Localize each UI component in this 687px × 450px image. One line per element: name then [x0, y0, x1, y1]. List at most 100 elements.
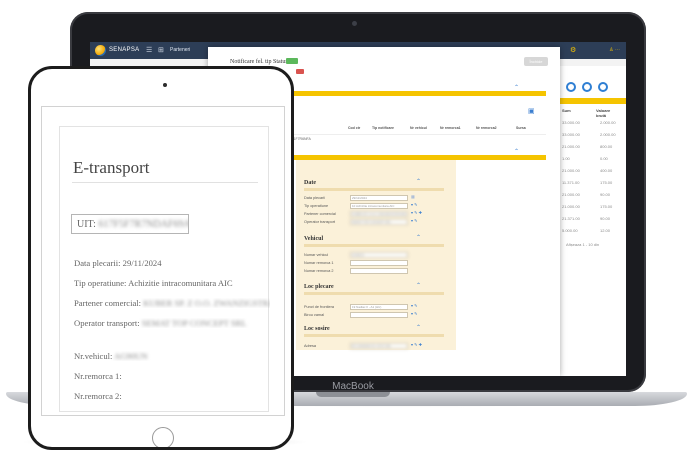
line-label: Operator transport: — [74, 318, 142, 328]
select-adresa[interactable]: RO 22000000 SC XXXX SRL — [350, 343, 408, 349]
laptop-notch — [316, 392, 390, 397]
label-tip-operatiune: Tip operatiune — [304, 204, 329, 208]
section-loc-plecare-title: Loc plecare — [304, 284, 334, 290]
menu-icon[interactable]: ☰ — [146, 46, 152, 54]
line-partener-comercial: Partener comercial: KUBER SP. Z O.O. ZWA… — [74, 298, 270, 308]
select-operator-transport[interactable]: SEMAT TOP CONCEPT SRL — [350, 219, 408, 225]
line-label: Tip operatiune: — [74, 278, 129, 288]
tablet-device: E-transport UIT: 617F5F7R7NDAF69A Data p… — [28, 66, 294, 450]
side-row: 11.371.00 175.00 — [560, 180, 620, 187]
home-button[interactable] — [152, 427, 174, 447]
laptop-camera — [352, 21, 357, 26]
sync-icon[interactable] — [582, 82, 592, 92]
line-value: AG90UN — [114, 351, 148, 361]
side-cell: 21.000.00 — [562, 204, 580, 209]
side-header-row: Sum Valoare brută — [560, 108, 620, 118]
label-birou-vamal: Birou vamal — [304, 313, 325, 317]
chevron-up-icon[interactable]: ⌃ — [416, 324, 421, 331]
chevron-up-icon[interactable]: ⌃ — [514, 84, 519, 91]
export-icon[interactable] — [598, 82, 608, 92]
chevron-up-icon[interactable]: ⌃ — [416, 178, 421, 185]
action-icons[interactable]: ▾ ✎ — [411, 311, 417, 316]
side-cell: 21.000.00 — [562, 144, 580, 149]
grid-icon[interactable]: ⊞ — [158, 46, 164, 54]
side-cell: 0.00 — [600, 156, 608, 161]
side-cell: 12.00 — [600, 228, 611, 233]
side-cell: 90.00 — [600, 216, 611, 221]
column-header: Nr remorca2 — [476, 126, 497, 130]
label-operator-transport: Operator transport — [304, 220, 336, 224]
side-cell: 90.00 — [600, 192, 611, 197]
section-vehicul-title: Vehicul — [304, 236, 324, 242]
input-numar-vehicul[interactable]: AG90UN — [350, 252, 408, 258]
chevron-up-icon[interactable]: ⌃ — [416, 282, 421, 289]
select-punct-frontiera[interactable]: 19 Nadlac II - A1 (HU) — [350, 304, 408, 310]
select-birou-vamal[interactable] — [350, 312, 408, 318]
action-icons[interactable]: ▾ ✎ — [411, 218, 417, 223]
label-numar-remorca-1: Numar remorca 1 — [304, 261, 334, 265]
line-label: Nr.vehicul: — [74, 351, 115, 361]
side-cell: 1.00 — [562, 156, 570, 161]
chevron-up-icon[interactable]: ⌃ — [416, 234, 421, 241]
user-icon[interactable]: ♙ ⋯ — [609, 47, 620, 53]
refresh-icon[interactable] — [566, 82, 576, 92]
line-label: Nr.remorca 2: — [74, 391, 122, 401]
side-row: 33.000.00 2.000.00 — [560, 132, 620, 139]
line-value: SEMAT TOP CONCEPT SRL — [141, 318, 247, 328]
input-data-plecarii[interactable]: 29/11/2024 — [350, 195, 408, 201]
column-header: Nr remorca1 — [440, 126, 461, 130]
pagination: Afișeaza 1 - 10 din — [560, 242, 620, 249]
section-loc-sosire-title: Loc sosire — [304, 326, 330, 332]
side-cell: 400.00 — [600, 168, 613, 173]
tablet-screen: E-transport UIT: 617F5F7R7NDAF69A Data p… — [41, 106, 285, 416]
side-cell: 21.371.00 — [562, 216, 580, 221]
line-nr-vehicul: Nr.vehicul: AG90UN — [74, 351, 270, 361]
side-cell: 2.000.00 — [600, 132, 616, 137]
input-numar-remorca-2[interactable] — [350, 268, 408, 274]
section-date-title: Date — [304, 180, 316, 186]
action-icons[interactable]: ▾ ✎ ✚ — [411, 342, 422, 347]
side-cell: 5.000.00 — [562, 228, 578, 233]
side-row: 21.000.00 400.00 — [560, 168, 620, 175]
action-icons[interactable]: ▾ ✎ ✚ — [411, 210, 422, 215]
laptop-brand-label: MacBook — [332, 381, 374, 392]
input-numar-remorca-1[interactable] — [350, 260, 408, 266]
side-row: 21.371.00 90.00 — [560, 216, 620, 223]
section-divider — [304, 244, 444, 247]
action-icons[interactable]: ▾ ✎ — [411, 202, 417, 207]
card-title: E-transport — [73, 158, 150, 177]
select-tip-operatiune[interactable]: 10 Achizitie intracomunitara AIC — [350, 203, 408, 209]
side-cell: 11.371.00 — [562, 180, 580, 185]
document-icon[interactable]: ▣ — [528, 107, 535, 115]
uit-label: UIT: — [77, 219, 96, 230]
settings-icon[interactable]: ⚙ — [570, 46, 576, 54]
app-logo-icon — [95, 45, 106, 56]
line-data-plecarii: Data plecarii: 29/11/2024 — [74, 258, 270, 268]
column-header: Nr vehicul — [410, 126, 427, 130]
side-cell: 175.00 — [600, 204, 613, 209]
chevron-up-icon[interactable]: ⌃ — [514, 148, 519, 155]
card-divider — [72, 182, 258, 183]
alert-badge — [296, 69, 304, 74]
line-value: KUBER SP. Z O.O. ZWANZIGSTRASSE — [143, 298, 270, 308]
line-tip-operatiune: Tip operatiune: Achizitie intracomunitar… — [74, 278, 270, 288]
line-operator-transport: Operator transport: SEMAT TOP CONCEPT SR… — [74, 318, 270, 328]
calendar-icon[interactable]: ▦ — [411, 194, 415, 199]
side-row: 33.000.00 2.000.00 — [560, 120, 620, 127]
line-label: Nr.remorca 1: — [74, 371, 122, 381]
select-partener-comercial[interactable]: KUBER SP. Z O.O. ZWANZIGSTRASSE — [350, 211, 408, 217]
action-icons[interactable]: ▾ ✎ — [411, 303, 417, 308]
section-divider — [304, 188, 444, 191]
tablet-camera — [163, 83, 167, 87]
close-button[interactable]: Închide — [524, 57, 548, 66]
line-label: Partener comercial: — [74, 298, 144, 308]
label-punct-frontiera: Punct de frontiera — [304, 305, 334, 309]
menu-parteneri[interactable]: Parteneri — [170, 47, 190, 53]
side-header-sum: Sum — [562, 108, 571, 113]
column-header: Tip notificare — [372, 126, 394, 130]
modal-title: Notificare fel. tip Status — [230, 59, 288, 65]
side-cell: 800.00 — [600, 144, 613, 149]
transport-form: Date ⌃ Data plecarii 29/11/2024 ▦ Tip op… — [296, 160, 456, 350]
status-badge — [286, 58, 298, 64]
side-cell: 33.000.00 — [562, 132, 580, 137]
